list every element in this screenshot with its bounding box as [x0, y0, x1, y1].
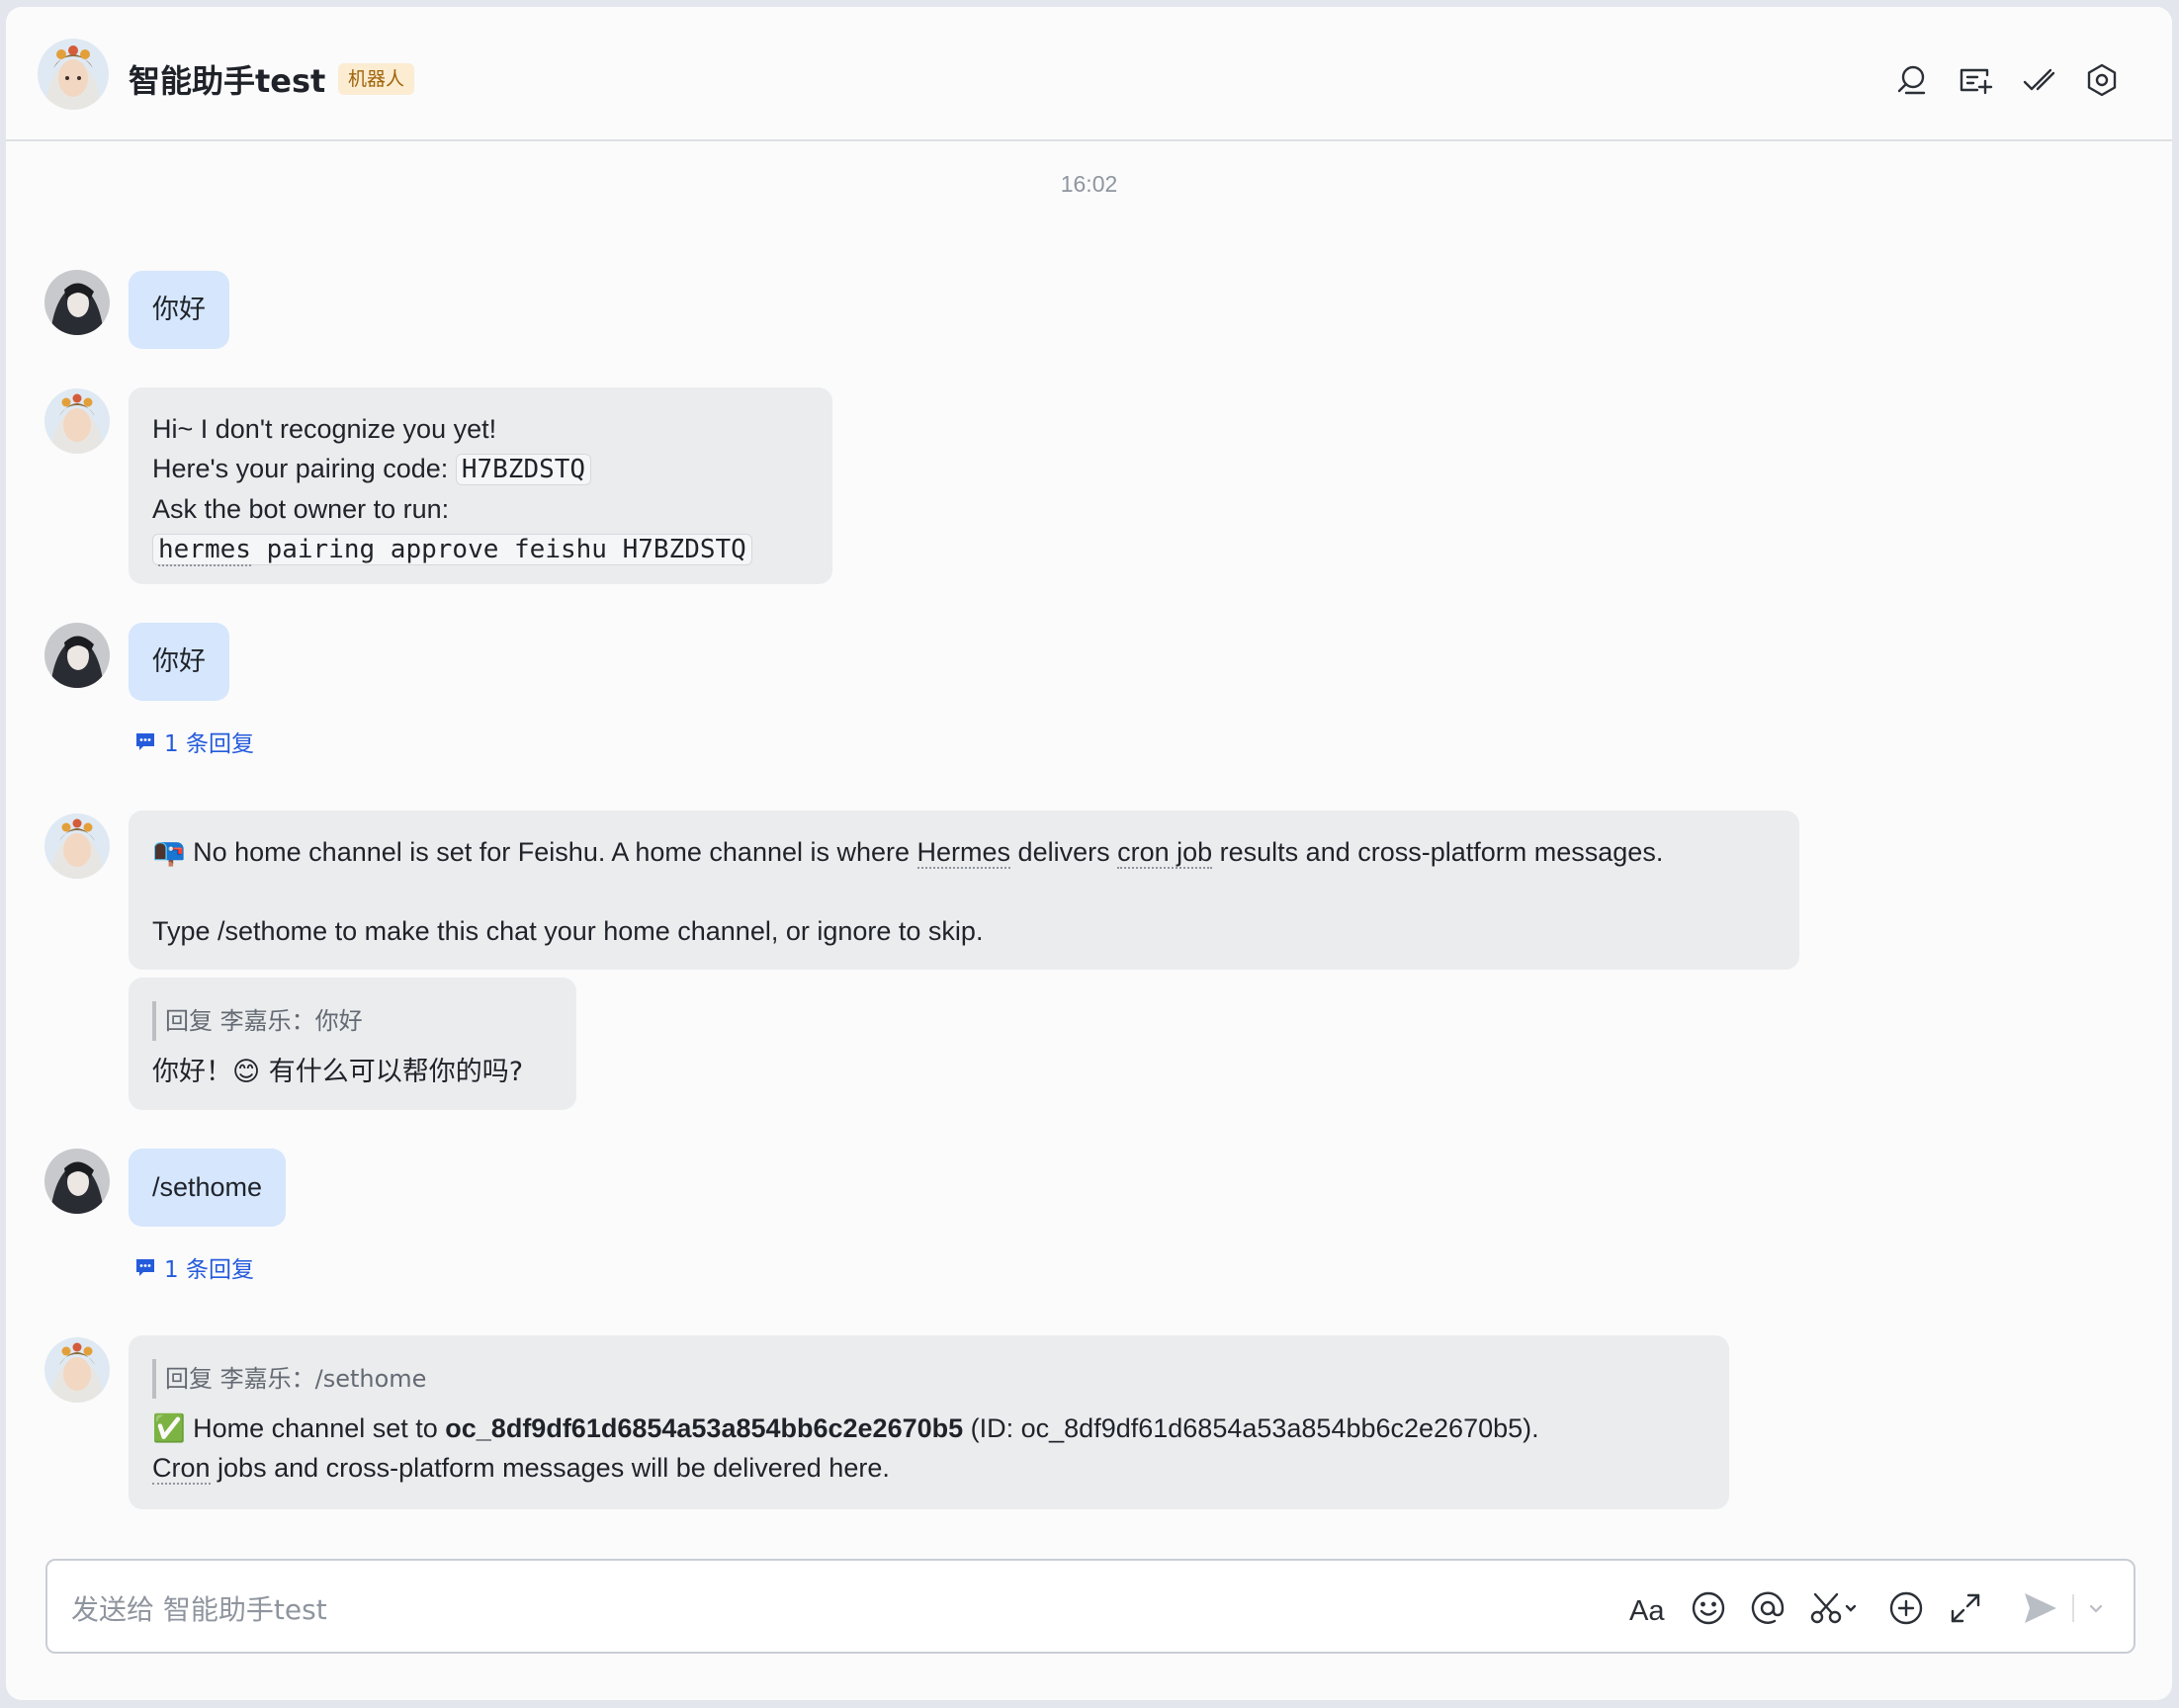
message-text: (ID: oc_8df9df61d6854a53a854bb6c2e2670b5…	[963, 1413, 1539, 1443]
message-text: 你好	[152, 295, 206, 325]
reply-quote: 回复 李嘉乐：你好	[152, 1001, 553, 1041]
smile-emoji: 😊	[232, 1057, 261, 1087]
message-bubble-bot[interactable]: Hi~ I don't recognize you yet! Here's yo…	[129, 387, 832, 584]
expand-icon[interactable]	[1946, 1588, 1985, 1628]
check-emoji: ✅	[152, 1413, 186, 1443]
message-text: jobs and cross-platform messages will be…	[210, 1453, 890, 1483]
mailbox-emoji: 📭	[152, 837, 186, 867]
command-rest: pairing approve feishu H7BZDSTQ	[250, 535, 746, 564]
message-text: delivers	[1010, 837, 1118, 867]
message-text: Home channel set to	[185, 1413, 446, 1443]
bot-badge: 机器人	[338, 63, 415, 95]
reply-quote: 回复 李嘉乐：/sethome	[152, 1359, 1705, 1399]
cron-job-term: cron job	[1117, 837, 1213, 869]
message-timestamp: 16:02	[1060, 171, 1118, 197]
message-bubble-bot[interactable]: 📭 No home channel is set for Feishu. A h…	[129, 811, 1799, 970]
message-bubble-user[interactable]: /sethome	[129, 1149, 287, 1227]
message-line: Cron jobs and cross-platform messages wi…	[152, 1448, 1705, 1488]
user-avatar[interactable]	[44, 270, 110, 335]
thread-icon	[136, 733, 154, 750]
mark-done-icon[interactable]	[2021, 62, 2056, 98]
thread-reply-link[interactable]: 1 条回复	[134, 725, 254, 758]
message-text: 你好！😊 有什么可以帮你的吗?	[152, 1053, 553, 1092]
message-bubble-bot-reply[interactable]: 回复 李嘉乐：你好 你好！😊 有什么可以帮你的吗?	[129, 978, 576, 1110]
search-icon[interactable]	[1894, 62, 1930, 98]
bot-avatar[interactable]	[44, 1337, 110, 1403]
send-icon[interactable]	[2021, 1588, 2060, 1628]
chat-window: 智能助手test 机器人 16:02 你好 Hi~ I don't recogn…	[6, 7, 2172, 1700]
message-input-placeholder: 发送给 智能助手test	[71, 1593, 327, 1626]
message-line: ✅ Home channel set to oc_8df9df61d6854a5…	[152, 1409, 1705, 1448]
message-bubble-user[interactable]: 你好	[129, 271, 229, 349]
toolbar-divider	[2072, 1594, 2074, 1622]
new-topic-icon[interactable]	[1958, 62, 1993, 98]
message-text: 有什么可以帮你的吗?	[260, 1057, 524, 1087]
message-line: Hi~ I don't recognize you yet!	[152, 414, 497, 444]
bot-avatar[interactable]	[44, 388, 110, 454]
message-line: Ask the bot owner to run:	[152, 494, 450, 524]
message-bubble-user[interactable]: 你好	[129, 623, 229, 701]
screenshot-icon[interactable]	[1807, 1588, 1861, 1628]
text-format-icon[interactable]: Aa	[1629, 1588, 1673, 1628]
cron-term: Cron	[152, 1453, 211, 1485]
bot-avatar[interactable]	[38, 39, 109, 110]
message-input[interactable]: 发送给 智能助手test Aa	[45, 1559, 2135, 1654]
message-text: 你好！	[152, 1057, 232, 1087]
reply-count: 1 条回复	[164, 1257, 254, 1283]
settings-icon[interactable]	[2084, 62, 2120, 98]
hermes-term: Hermes	[916, 837, 1011, 869]
message-line: Here's your pairing code: H7BZDSTQ	[152, 449, 809, 489]
message-text: /sethome	[152, 1172, 263, 1202]
channel-id-bold: oc_8df9df61d6854a53a854bb6c2e2670b5	[445, 1413, 964, 1443]
bot-avatar[interactable]	[44, 813, 110, 879]
message-bubble-bot-reply[interactable]: 回复 李嘉乐：/sethome ✅ Home channel set to oc…	[129, 1335, 1729, 1509]
command-word: hermes	[158, 535, 251, 566]
reply-count: 1 条回复	[164, 731, 254, 757]
pairing-code: H7BZDSTQ	[455, 454, 592, 485]
message-text: results and cross-platform messages.	[1212, 837, 1664, 867]
chat-header: 智能助手test 机器人	[6, 7, 2172, 141]
thread-reply-link[interactable]: 1 条回复	[134, 1250, 254, 1284]
message-paragraph: 📭 No home channel is set for Feishu. A h…	[152, 832, 1776, 872]
pairing-label: Here's your pairing code:	[152, 454, 449, 483]
thread-icon	[136, 1259, 154, 1276]
message-line: hermes pairing approve feishu H7BZDSTQ	[152, 529, 809, 569]
send-options-icon[interactable]	[2084, 1588, 2108, 1628]
add-icon[interactable]	[1886, 1588, 1926, 1628]
chat-title: 智能助手test	[129, 62, 326, 100]
user-avatar[interactable]	[44, 1149, 110, 1214]
message-text: No home channel is set for Feishu. A hom…	[185, 837, 917, 867]
message-paragraph: Type /sethome to make this chat your hom…	[152, 916, 984, 946]
format-label: Aa	[1629, 1595, 1665, 1627]
user-avatar[interactable]	[44, 623, 110, 688]
emoji-icon[interactable]	[1689, 1588, 1728, 1628]
mention-icon[interactable]	[1748, 1588, 1787, 1628]
command-code: hermes pairing approve feishu H7BZDSTQ	[152, 534, 752, 566]
message-text: 你好	[152, 646, 206, 677]
